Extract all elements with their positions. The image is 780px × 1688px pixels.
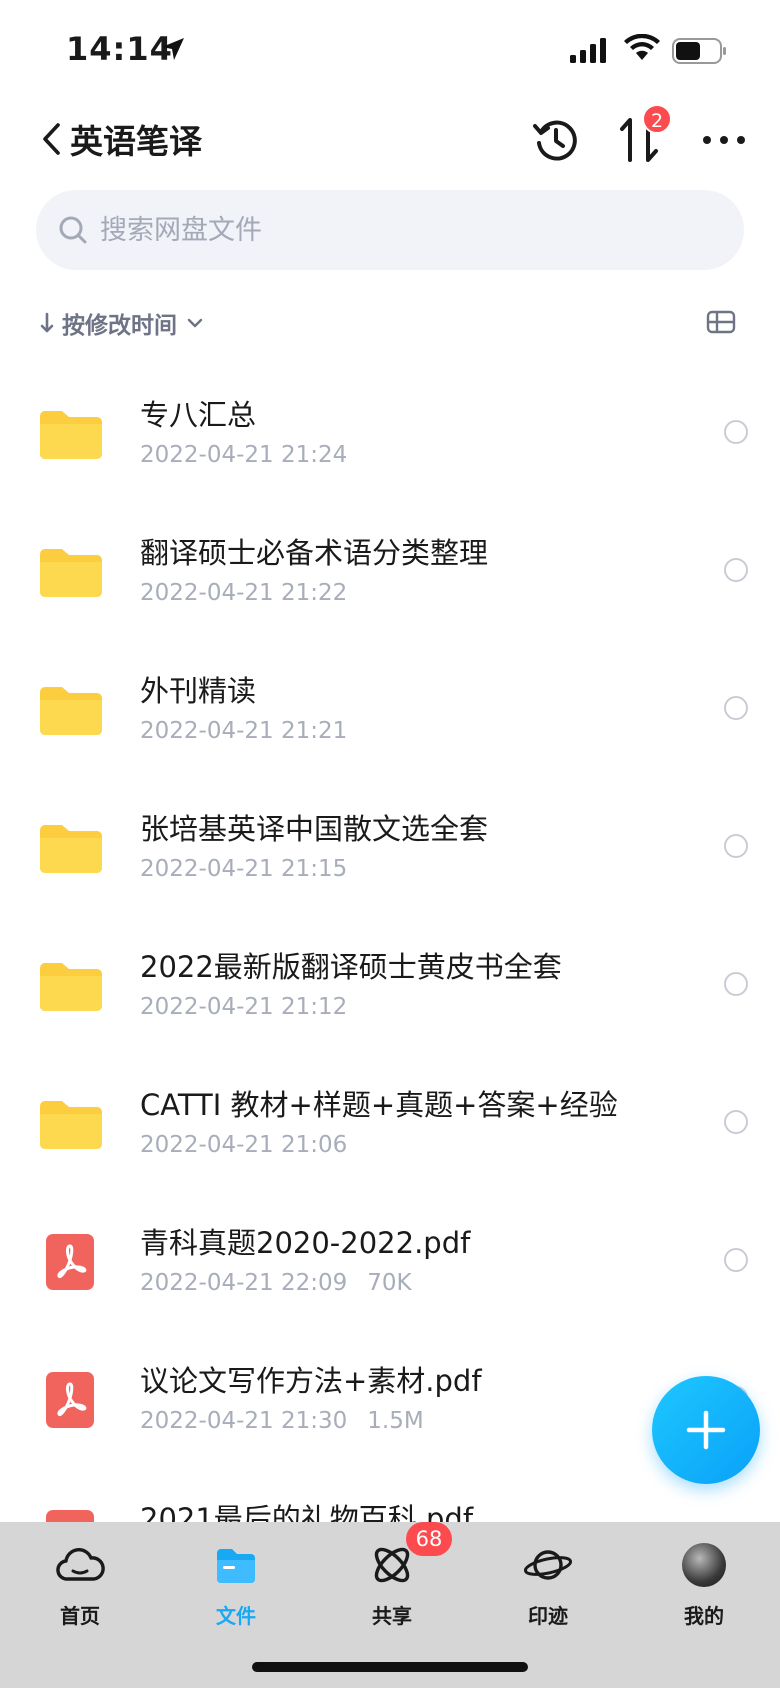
select-checkbox[interactable] bbox=[724, 1110, 748, 1134]
select-checkbox[interactable] bbox=[724, 1248, 748, 1272]
file-date: 2022-04-21 21:24 bbox=[140, 442, 348, 468]
file-name: 青科真题2020-2022.pdf bbox=[140, 1226, 471, 1260]
transfer-count-badge: 2 bbox=[642, 104, 672, 134]
folder-icon bbox=[40, 963, 102, 1011]
select-checkbox[interactable] bbox=[724, 420, 748, 444]
file-name: 张培基英译中国散文选全套 bbox=[140, 812, 489, 846]
select-checkbox[interactable] bbox=[724, 834, 748, 858]
home-indicator[interactable] bbox=[252, 1662, 528, 1672]
file-date: 2022-04-21 21:22 bbox=[140, 580, 348, 606]
cellular-signal-icon bbox=[570, 38, 606, 63]
folder-icon bbox=[40, 825, 102, 873]
tab-home[interactable]: 首页 bbox=[10, 1536, 150, 1636]
file-meta: 2022-04-21 21:15 bbox=[140, 856, 347, 882]
file-size: 1.5M bbox=[367, 1408, 424, 1434]
search-bar[interactable] bbox=[36, 190, 744, 270]
history-button[interactable] bbox=[528, 112, 584, 168]
folder-icon bbox=[40, 549, 102, 597]
select-checkbox[interactable] bbox=[724, 972, 748, 996]
pdf-file-icon bbox=[46, 1234, 94, 1290]
status-bar: 14:14 bbox=[0, 0, 780, 100]
status-time: 14:14 bbox=[66, 30, 173, 68]
file-meta: 2022-04-21 22:09 70K bbox=[140, 1270, 412, 1296]
file-name: 外刊精读 bbox=[140, 674, 257, 708]
tab-label: 首页 bbox=[60, 1604, 100, 1628]
file-name: 专八汇总 bbox=[140, 398, 257, 432]
more-dots-icon bbox=[703, 136, 745, 144]
file-row[interactable]: 张培基英译中国散文选全套 2022-04-21 21:15 bbox=[0, 776, 780, 914]
tab-me[interactable]: 我的 bbox=[634, 1536, 774, 1636]
search-icon bbox=[59, 216, 87, 244]
folder-icon bbox=[217, 1549, 255, 1583]
folder-icon bbox=[40, 411, 102, 459]
view-mode-toggle-icon[interactable] bbox=[706, 310, 736, 334]
folder-icon bbox=[40, 687, 102, 735]
file-date: 2022-04-21 21:30 bbox=[140, 1408, 348, 1434]
history-icon bbox=[533, 120, 577, 161]
tab-files[interactable]: 文件 bbox=[166, 1536, 306, 1636]
file-meta: 2022-04-21 21:06 bbox=[140, 1132, 347, 1158]
file-meta: 2022-04-21 21:22 bbox=[140, 580, 347, 606]
file-meta: 2022-04-21 21:12 bbox=[140, 994, 347, 1020]
planet-icon bbox=[523, 1550, 573, 1580]
folder-icon bbox=[40, 1101, 102, 1149]
sort-row: 按修改时间 bbox=[0, 300, 780, 350]
file-row[interactable]: 翻译硕士必备术语分类整理 2022-04-21 21:22 bbox=[0, 500, 780, 638]
chevron-left-icon bbox=[43, 123, 60, 155]
file-date: 2022-04-21 21:15 bbox=[140, 856, 348, 882]
chevron-down-icon bbox=[187, 318, 203, 328]
file-row[interactable]: 外刊精读 2022-04-21 21:21 bbox=[0, 638, 780, 776]
page-title: 英语笔译 bbox=[70, 122, 202, 161]
avatar bbox=[682, 1543, 726, 1587]
file-date: 2022-04-21 21:06 bbox=[140, 1132, 348, 1158]
file-date: 2022-04-21 21:12 bbox=[140, 994, 348, 1020]
wifi-icon bbox=[624, 34, 660, 60]
cloud-icon bbox=[56, 1548, 105, 1581]
tab-label: 文件 bbox=[216, 1604, 256, 1628]
plus-icon bbox=[686, 1410, 726, 1450]
file-date: 2022-04-21 21:21 bbox=[140, 718, 348, 744]
file-size: 70K bbox=[367, 1270, 412, 1296]
file-name: 翻译硕士必备术语分类整理 bbox=[140, 536, 489, 570]
select-checkbox[interactable] bbox=[724, 696, 748, 720]
tab-label: 印迹 bbox=[528, 1604, 568, 1628]
file-row[interactable]: 2022最新版翻译硕士黄皮书全套 2022-04-21 21:12 bbox=[0, 914, 780, 1052]
file-meta: 2022-04-21 21:21 bbox=[140, 718, 347, 744]
file-row[interactable]: CATTI 教材+样题+真题+答案+经验 2022-04-21 21:06 bbox=[0, 1052, 780, 1190]
sort-button[interactable]: 按修改时间 bbox=[40, 306, 203, 340]
pdf-file-icon bbox=[46, 1372, 94, 1428]
file-meta: 2022-04-21 21:24 bbox=[140, 442, 347, 468]
file-row[interactable]: 专八汇总 2022-04-21 21:24 bbox=[0, 362, 780, 500]
location-arrow-icon bbox=[162, 38, 184, 60]
share-orbit-icon bbox=[374, 1547, 410, 1583]
battery-icon bbox=[672, 38, 726, 64]
file-date: 2022-04-21 22:09 bbox=[140, 1270, 348, 1296]
file-name: 2022最新版翻译硕士黄皮书全套 bbox=[140, 950, 562, 984]
search-input[interactable] bbox=[100, 214, 660, 246]
sort-label: 按修改时间 bbox=[62, 313, 177, 339]
add-button[interactable] bbox=[652, 1376, 760, 1484]
select-checkbox[interactable] bbox=[724, 558, 748, 582]
tab-label: 我的 bbox=[684, 1604, 724, 1628]
arrow-down-icon bbox=[40, 312, 54, 333]
tab-label: 共享 bbox=[372, 1604, 412, 1628]
tab-trace[interactable]: 印迹 bbox=[478, 1536, 618, 1636]
file-name: 议论文写作方法+素材.pdf bbox=[140, 1364, 482, 1398]
share-count-badge: 68 bbox=[406, 1522, 452, 1556]
more-button[interactable] bbox=[696, 112, 752, 168]
file-meta: 2022-04-21 21:30 1.5M bbox=[140, 1408, 424, 1434]
file-row[interactable]: 青科真题2020-2022.pdf 2022-04-21 22:09 70K bbox=[0, 1190, 780, 1328]
back-button[interactable]: 英语笔译 bbox=[40, 114, 220, 164]
file-name: CATTI 教材+样题+真题+答案+经验 bbox=[140, 1088, 618, 1122]
